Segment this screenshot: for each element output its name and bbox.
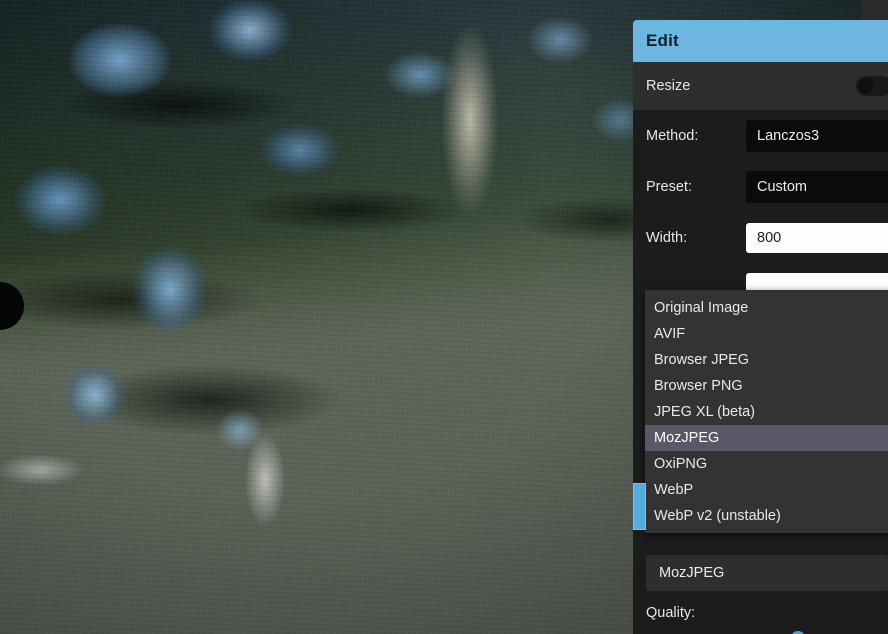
dropdown-option[interactable]: Browser PNG [645,373,888,399]
resize-toggle-knob [858,78,874,94]
top-right-panel-sliver [862,0,888,22]
format-dropdown-list[interactable]: Original Image AVIF Browser JPEG Browser PN… [645,290,888,533]
preset-select[interactable]: Custom [746,170,888,203]
method-label: Method: [646,127,699,144]
width-label: Width: [646,229,688,246]
width-row: Width: 800 [633,212,888,263]
resize-label: Resize [646,78,691,94]
dropdown-option[interactable]: OxiPNG [645,451,888,477]
method-row: Method: Lanczos3 [633,110,888,161]
quality-label: Quality: [646,605,696,621]
edit-panel-header: Edit [633,20,888,62]
dropdown-option[interactable]: Browser JPEG [645,347,888,373]
preset-row: Preset: Custom [633,161,888,212]
panel-drag-handle[interactable] [633,483,646,530]
dropdown-option[interactable]: AVIF [645,321,888,347]
quality-section: Quality: [633,605,888,634]
dropdown-option[interactable]: JPEG XL (beta) [645,399,888,425]
method-select[interactable]: Lanczos3 [746,119,888,152]
dropdown-option[interactable]: WebP [645,477,888,503]
app-root: Edit Resize Method: Lanczos3 Preset: Cus… [0,0,888,634]
dropdown-option[interactable]: MozJPEG [645,425,888,451]
dropdown-option[interactable]: WebP v2 (unstable) [645,503,888,529]
width-input[interactable]: 800 [746,222,888,253]
resize-row[interactable]: Resize [633,62,888,110]
dropdown-option[interactable]: Original Image [645,295,888,321]
preset-label: Preset: [646,178,692,195]
page-title: Edit [646,31,679,50]
resize-toggle[interactable] [856,76,888,96]
format-select-row: MozJPEG [633,535,888,591]
format-select[interactable]: MozJPEG [646,555,888,591]
